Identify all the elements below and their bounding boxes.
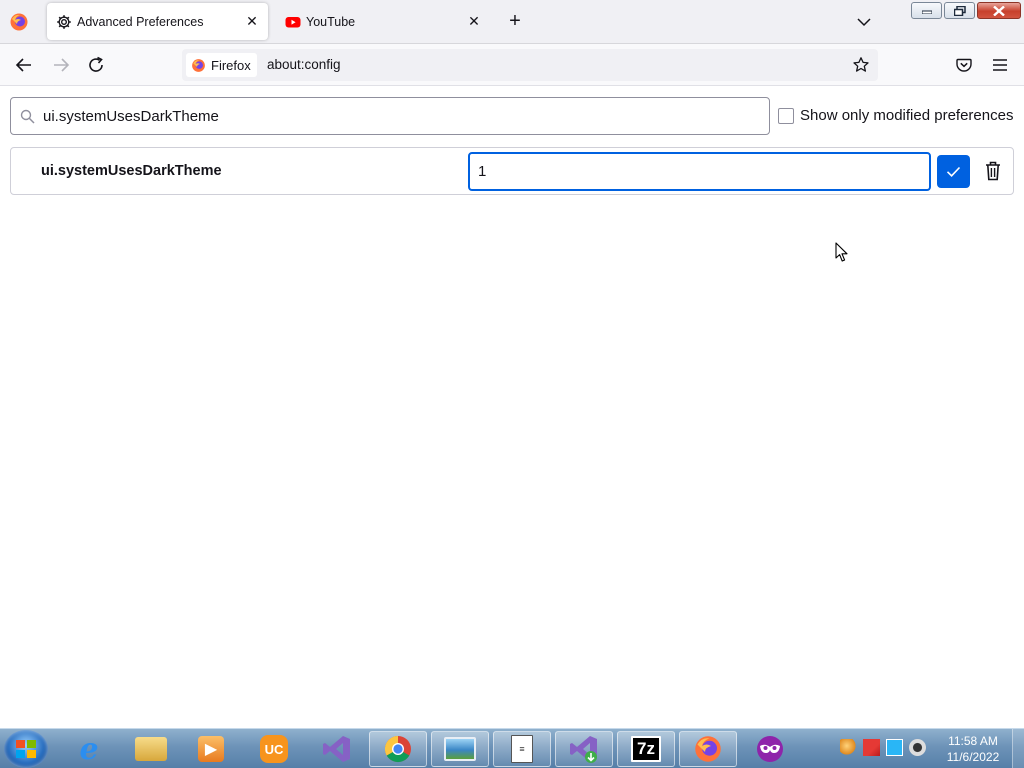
internet-explorer-icon[interactable]: e xyxy=(60,731,118,767)
uc-browser-icon[interactable]: UC xyxy=(245,731,303,767)
vs-installer-glyph xyxy=(570,736,597,763)
chrome-icon[interactable] xyxy=(369,731,427,767)
windows-taskbar: e ▶ UC ≡ 7z 11:58 AM 11/6/2022 xyxy=(0,728,1024,768)
preference-value-input[interactable] xyxy=(470,154,929,189)
visual-studio-icon[interactable] xyxy=(308,731,366,767)
chevron-down-icon[interactable] xyxy=(855,13,873,31)
firefox-logo-icon[interactable] xyxy=(9,12,29,32)
navigation-toolbar: Firefox about:config xyxy=(0,44,1024,86)
preference-search-box[interactable] xyxy=(10,97,770,135)
bookmark-star-icon[interactable] xyxy=(852,56,870,74)
new-tab-button[interactable]: + xyxy=(504,11,526,33)
taskbar-clock[interactable]: 11:58 AM 11/6/2022 xyxy=(935,733,1011,765)
restore-icon xyxy=(953,5,966,16)
system-tray xyxy=(840,739,926,756)
forward-arrow-icon[interactable] xyxy=(50,54,72,76)
photo-viewer-icon[interactable] xyxy=(431,731,489,767)
search-icon xyxy=(20,109,35,124)
folder-glyph xyxy=(135,737,167,761)
search-input[interactable] xyxy=(43,98,753,134)
about-config-page: Show only modified preferences ui.system… xyxy=(0,87,1024,728)
notepad-icon[interactable]: ≡ xyxy=(493,731,551,767)
gear-icon xyxy=(57,15,71,29)
hamburger-menu-icon[interactable] xyxy=(991,56,1009,74)
save-button[interactable] xyxy=(937,155,970,188)
mask-glyph xyxy=(757,736,783,762)
checkmark-icon xyxy=(946,166,961,177)
show-modified-toggle[interactable]: Show only modified preferences xyxy=(778,107,1013,124)
ie-glyph: e xyxy=(79,731,99,767)
preference-name: ui.systemUsesDarkTheme xyxy=(41,163,222,179)
firefox-identity-icon xyxy=(192,58,205,72)
minimize-icon xyxy=(921,10,932,14)
7zip-glyph: 7z xyxy=(631,736,661,762)
network-monitor-icon[interactable] xyxy=(886,739,903,756)
show-modified-label: Show only modified preferences xyxy=(800,107,1014,124)
tab-title: Advanced Preferences xyxy=(77,15,204,29)
show-modified-checkbox[interactable] xyxy=(778,107,794,124)
address-bar[interactable]: Firefox about:config xyxy=(182,49,878,81)
uc-glyph: UC xyxy=(260,735,288,763)
restore-button[interactable] xyxy=(944,2,975,19)
7zip-icon[interactable]: 7z xyxy=(617,731,675,767)
minimize-button[interactable] xyxy=(911,2,942,19)
identity-box[interactable]: Firefox xyxy=(186,53,257,77)
clock-time: 11:58 AM xyxy=(948,734,998,748)
preference-row: ui.systemUsesDarkTheme xyxy=(10,147,1014,195)
tab-strip: Advanced Preferences ✕ YouTube ✕ + xyxy=(0,0,1024,44)
identity-label: Firefox xyxy=(211,57,251,73)
tab-youtube[interactable]: YouTube ✕ xyxy=(276,3,490,40)
action-center-flag-icon[interactable] xyxy=(863,739,880,756)
mouse-cursor-icon xyxy=(835,242,848,262)
firefox-icon[interactable] xyxy=(679,731,737,767)
vs-glyph xyxy=(323,736,350,762)
clock-date: 11/6/2022 xyxy=(946,750,1000,764)
chrome-glyph xyxy=(384,735,411,763)
media-glyph: ▶ xyxy=(198,736,224,762)
media-player-icon[interactable]: ▶ xyxy=(182,731,240,767)
windows-logo-icon xyxy=(16,740,36,758)
close-tab-icon[interactable]: ✕ xyxy=(466,13,482,29)
pocket-icon[interactable] xyxy=(955,56,973,74)
delete-trash-icon[interactable] xyxy=(983,160,1003,182)
visual-studio-installer-icon[interactable] xyxy=(555,731,613,767)
file-explorer-icon[interactable] xyxy=(122,731,180,767)
notepad-glyph: ≡ xyxy=(511,735,533,763)
start-button[interactable] xyxy=(4,730,48,768)
show-desktop-button[interactable] xyxy=(1012,729,1024,768)
tab-title: YouTube xyxy=(306,15,356,29)
firefox-glyph xyxy=(695,736,721,762)
tab-advanced-preferences[interactable]: Advanced Preferences ✕ xyxy=(47,3,268,40)
close-tab-icon[interactable]: ✕ xyxy=(244,13,260,29)
youtube-icon xyxy=(285,17,301,28)
reload-icon[interactable] xyxy=(85,54,107,76)
close-window-button[interactable] xyxy=(977,2,1021,19)
photo-glyph xyxy=(444,737,476,761)
back-arrow-icon[interactable] xyxy=(13,54,35,76)
close-icon xyxy=(993,5,1005,16)
masked-app-icon[interactable] xyxy=(741,731,799,767)
magnifier-tray-icon[interactable] xyxy=(840,739,857,756)
url-text[interactable]: about:config xyxy=(267,57,341,72)
volume-icon[interactable] xyxy=(909,739,926,756)
preference-value-editor[interactable] xyxy=(468,152,931,191)
window-controls xyxy=(911,2,1021,19)
